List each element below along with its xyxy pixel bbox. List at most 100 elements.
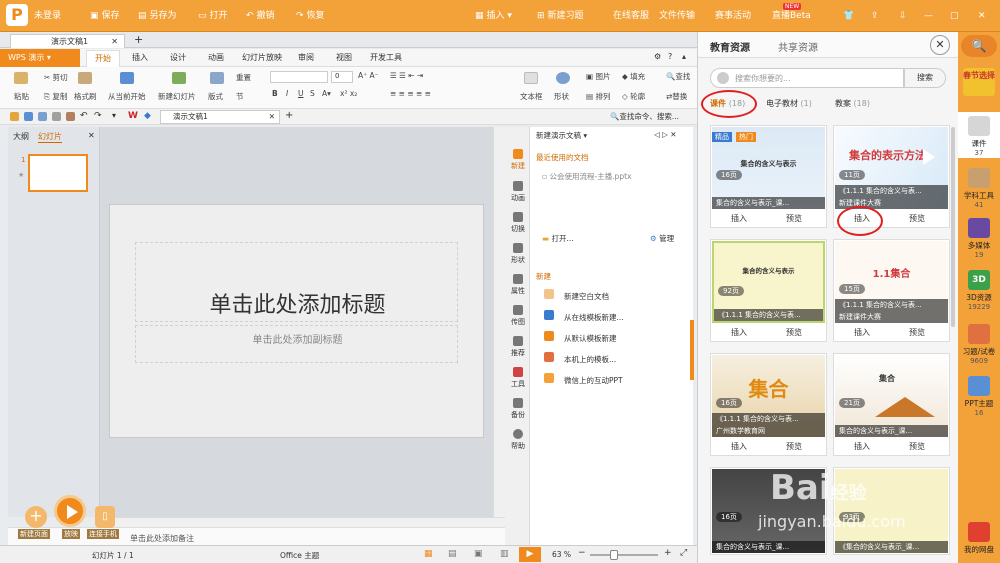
open-file-button[interactable]: ▬ 打开... xyxy=(542,233,574,244)
superscript-button[interactable]: x² x₂ xyxy=(340,89,357,98)
fill-button[interactable]: ◆ 填充 xyxy=(622,71,645,82)
zoom-slider[interactable] xyxy=(590,550,658,560)
preview-button[interactable]: 预览 xyxy=(786,327,802,338)
online-service-button[interactable]: 在线客服 xyxy=(613,8,649,24)
save-button[interactable]: ▣ 保存 xyxy=(90,8,120,24)
play-slideshow-button[interactable]: ▶ xyxy=(519,547,541,562)
contest-button[interactable]: 赛事活动 xyxy=(715,8,751,24)
print-icon[interactable] xyxy=(38,112,47,121)
insert-button[interactable]: 插入 xyxy=(854,327,870,338)
new-blank-button[interactable]: 新建空白文档 xyxy=(564,291,609,302)
tab-developer[interactable]: 开发工具 xyxy=(370,52,402,63)
sidebar-courseware[interactable]: 课件 37 xyxy=(958,112,1000,158)
preview-button[interactable]: 预览 xyxy=(909,213,925,224)
preview-button[interactable]: 预览 xyxy=(786,213,802,224)
insert-button[interactable]: 插入 xyxy=(731,441,747,452)
sidebar-ppt-theme[interactable]: PPT主题 16 xyxy=(958,376,1000,417)
task-transition[interactable]: 切换 xyxy=(507,212,529,234)
bullets-button[interactable]: ☰ ☰ ⇤ ⇥ xyxy=(390,71,423,80)
card-thumbnail[interactable]: 集合 16页 《1.1.1 集合的含义与表... 广州数学教育网 xyxy=(712,355,825,437)
insert-button[interactable]: 插入 xyxy=(854,441,870,452)
search-button[interactable]: 搜索 xyxy=(904,68,946,88)
new-tab-button[interactable]: + xyxy=(285,110,293,121)
underline-button[interactable]: U xyxy=(298,89,304,98)
phone-icon[interactable]: ▯ xyxy=(95,506,115,528)
bold-button[interactable]: B xyxy=(272,89,278,98)
open-button[interactable]: ▭ 打开 xyxy=(198,8,228,24)
font-family-select[interactable] xyxy=(270,71,328,83)
slide-thumbnail[interactable] xyxy=(28,154,88,192)
command-search[interactable]: 🔍查找命令、搜索... xyxy=(610,111,679,122)
exam-select-button[interactable]: 春节选择 xyxy=(963,68,995,96)
minimize-icon[interactable]: — xyxy=(924,8,933,24)
task-properties[interactable]: 属性 xyxy=(507,274,529,296)
open-icon[interactable] xyxy=(10,112,19,121)
manage-button[interactable]: ⚙ 管理 xyxy=(650,233,674,244)
close-panel-icon[interactable]: ✕ xyxy=(930,35,950,55)
sidebar-3d[interactable]: 3D 3D资源 19229 xyxy=(958,270,1000,311)
section-button[interactable]: 节 xyxy=(236,91,244,102)
paste-button[interactable]: 粘贴 xyxy=(14,91,29,102)
tab-review[interactable]: 审阅 xyxy=(298,52,314,63)
zoom-thumb[interactable] xyxy=(610,550,618,560)
copy-button[interactable]: ⎘ 复制 xyxy=(44,91,67,102)
task-recommend[interactable]: 推荐 xyxy=(507,336,529,358)
card-thumbnail[interactable]: 精品 热门 集合的含义与表示 16页 集合的含义与表示_课... xyxy=(712,127,825,209)
reading-view-icon[interactable]: ▣ xyxy=(474,549,483,559)
horizontal-scrollbar[interactable] xyxy=(100,517,505,527)
task-upload-image[interactable]: 传图 xyxy=(507,305,529,327)
wechat-ppt-button[interactable]: 微信上的互动PPT xyxy=(564,375,623,386)
fit-icon[interactable]: ▥ xyxy=(500,549,509,559)
settings-icon[interactable]: ⚙ xyxy=(654,52,661,61)
close-icon[interactable]: ✕ xyxy=(978,8,986,24)
vertical-scrollbar[interactable] xyxy=(493,127,505,517)
collapse-icon[interactable]: ▴ xyxy=(682,52,686,61)
sidebar-exercises[interactable]: 习题/试卷 9609 xyxy=(958,324,1000,365)
task-backup[interactable]: 备份 xyxy=(507,398,529,420)
shadow-button[interactable]: S xyxy=(310,89,315,98)
preview-button[interactable]: 预览 xyxy=(786,441,802,452)
reset-button[interactable]: 重置 xyxy=(236,72,251,83)
font-color-button[interactable]: A▾ xyxy=(322,89,331,98)
cube-icon[interactable]: ◆ xyxy=(144,111,151,121)
pdf-icon[interactable] xyxy=(66,112,75,121)
tab-home[interactable]: 开始 xyxy=(86,50,120,67)
align-buttons[interactable]: ≡ ≡ ≡ ≡ ≡ xyxy=(390,89,431,98)
play-button[interactable] xyxy=(54,495,86,527)
tab-insert[interactable]: 插入 xyxy=(132,52,148,63)
close-panel-icon[interactable]: ✕ xyxy=(88,131,95,140)
fit-window-icon[interactable]: ⤢ xyxy=(680,548,687,558)
resource-card[interactable]: 1.1集合 15页 《1.1.1 集合的含义与表... 新建课件大赛 插入 预览 xyxy=(833,239,950,342)
undo-icon[interactable]: ↶ xyxy=(80,111,88,121)
new-slide-button[interactable]: 新建幻灯片 xyxy=(158,91,196,102)
sidebar-subject-tools[interactable]: 学科工具 41 xyxy=(958,168,1000,209)
resource-card[interactable]: 精品 热门 集合的含义与表示 16页 集合的含义与表示_课... 插入 预览 xyxy=(710,125,827,228)
italic-button[interactable]: I xyxy=(286,89,288,98)
pane-title[interactable]: 新建演示文稿 ▾ xyxy=(536,130,587,141)
replace-button[interactable]: ⇄替换 xyxy=(666,91,687,102)
maximize-icon[interactable]: ▢ xyxy=(950,8,959,24)
picture-button[interactable]: ▣ 图片 xyxy=(586,71,610,82)
zoom-in-icon[interactable]: + xyxy=(664,548,672,558)
cut-button[interactable]: ✂ 剪切 xyxy=(44,72,68,83)
document-tab[interactable]: 演示文稿1 ✕ xyxy=(10,34,125,48)
task-tools[interactable]: 工具 xyxy=(507,367,529,389)
tab-animation[interactable]: 动画 xyxy=(208,52,224,63)
resource-search-input[interactable]: 搜索你想要的... xyxy=(710,68,904,88)
tab-view[interactable]: 视图 xyxy=(336,52,352,63)
file-transfer-button[interactable]: 文件传输 xyxy=(659,8,695,24)
recent-file[interactable]: ▫ 公会使用流程-主播.pptx xyxy=(542,171,631,182)
save-icon[interactable] xyxy=(24,112,33,121)
default-template-button[interactable]: 从默认模板新建 xyxy=(564,333,617,344)
upload-icon[interactable]: ⇪ xyxy=(871,8,879,24)
preview-button[interactable]: 预览 xyxy=(909,441,925,452)
filter-lesson-plan[interactable]: 教案 (18) xyxy=(835,98,870,109)
login-button[interactable]: 未登录 xyxy=(34,8,61,24)
sorter-view-icon[interactable]: ▤ xyxy=(448,549,457,559)
tab-edu-resources[interactable]: 教育资源 xyxy=(710,39,750,54)
new-page-icon[interactable]: + xyxy=(25,506,47,528)
notes-area[interactable]: 单击此处添加备注 xyxy=(8,527,505,545)
textbox-button[interactable]: 文本框 xyxy=(520,91,543,102)
arrange-button[interactable]: ▤ 排列 xyxy=(586,91,610,102)
task-shape[interactable]: 形状 xyxy=(507,243,529,265)
